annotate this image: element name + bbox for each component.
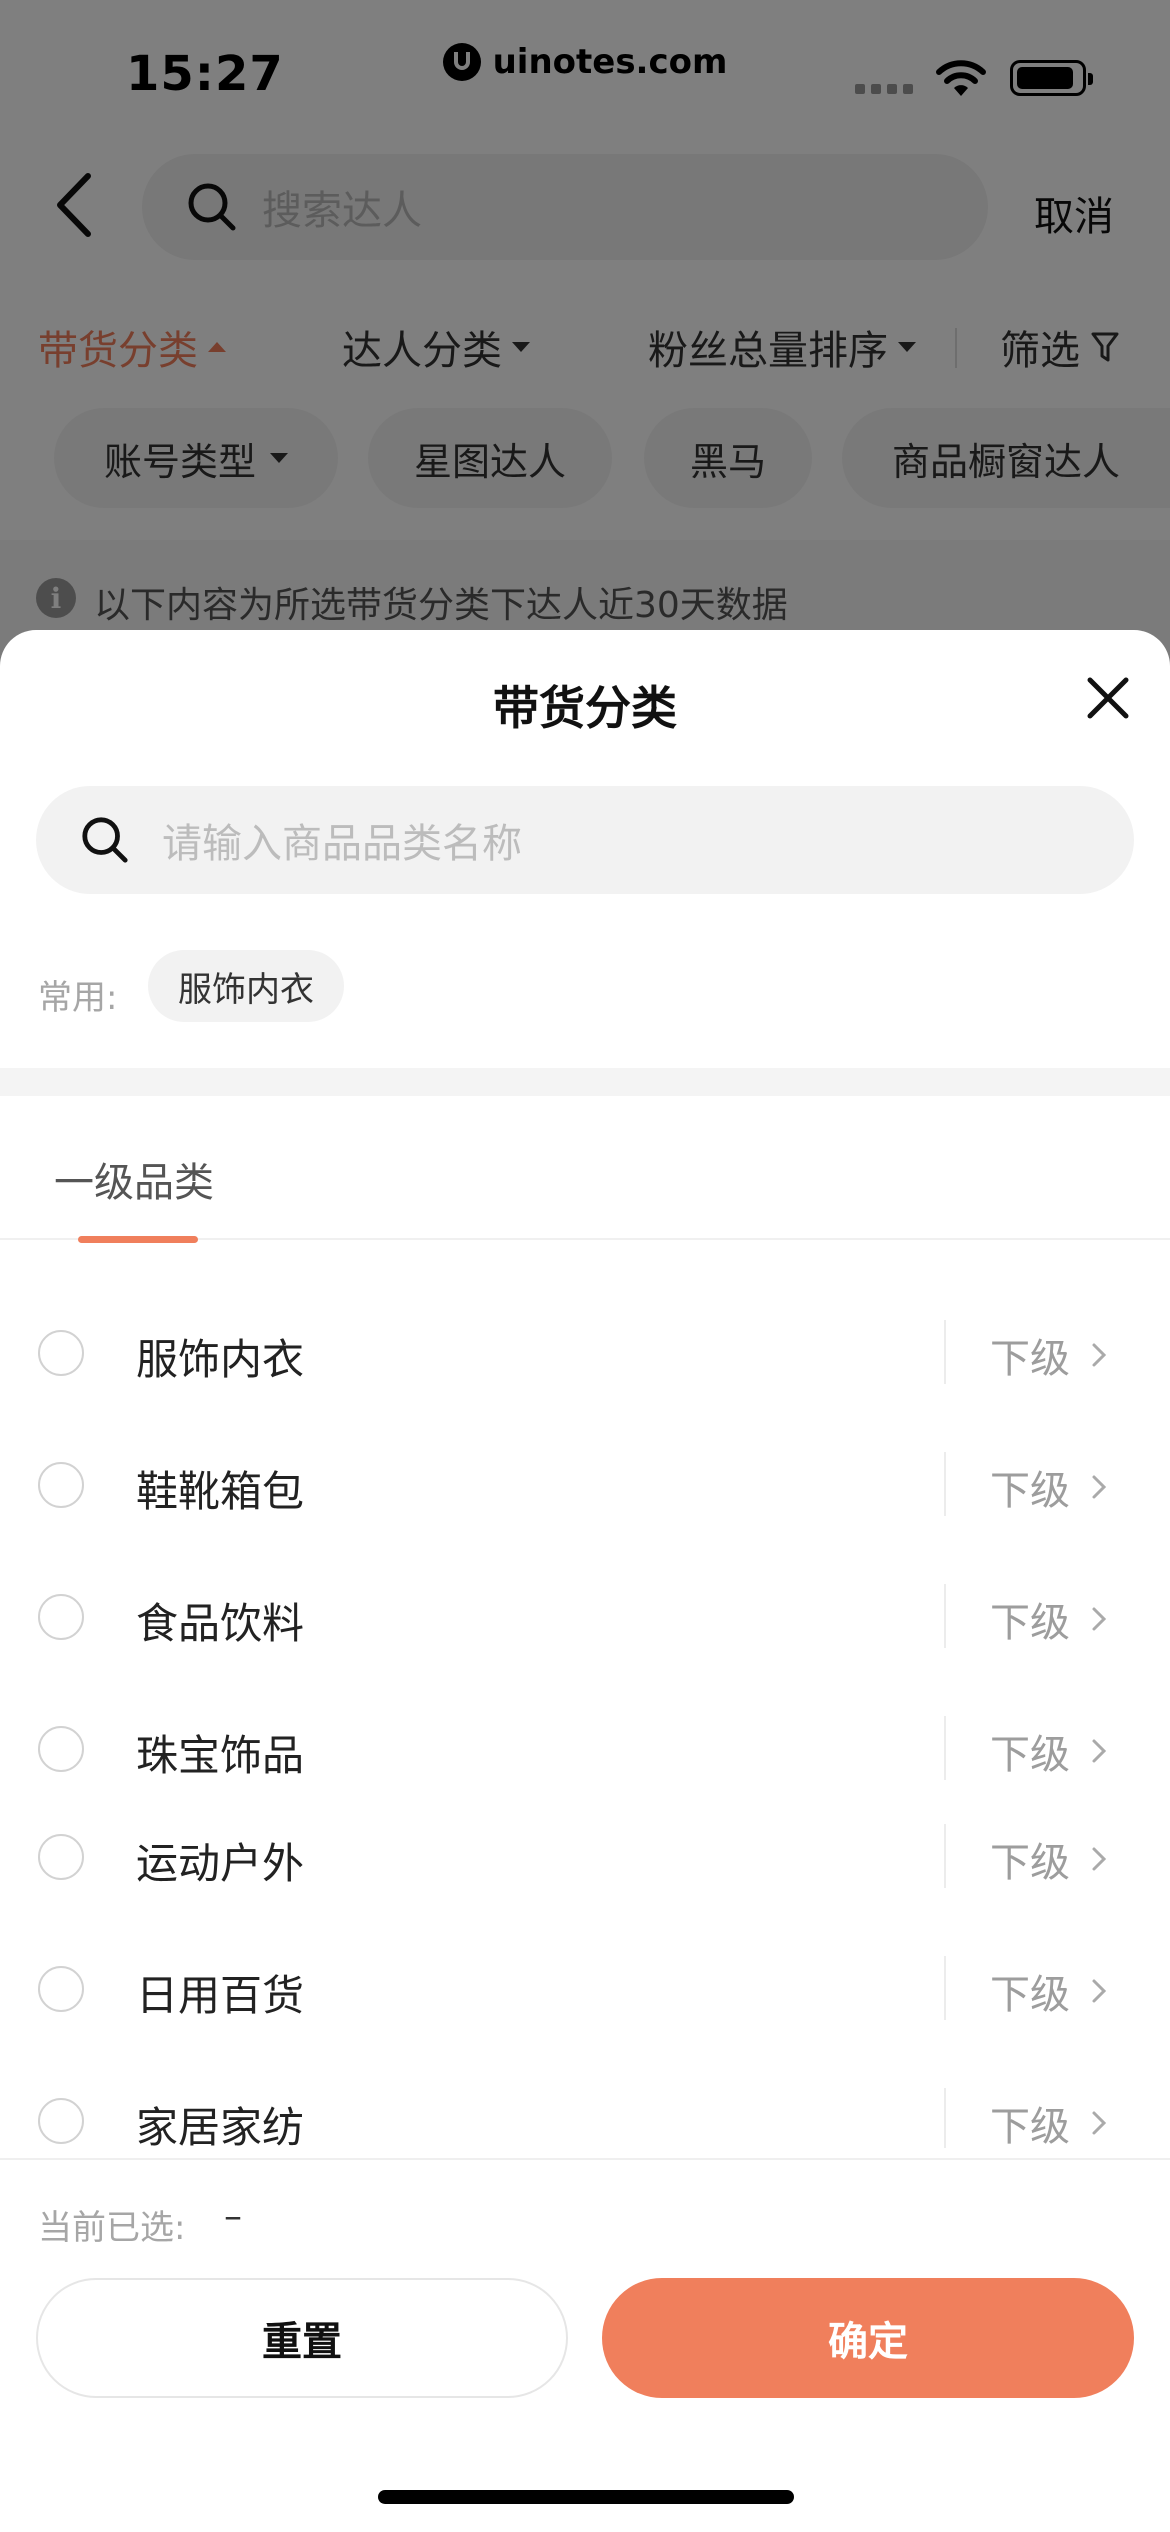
list-item[interactable]: 服饰内衣 下级 — [0, 1286, 1170, 1418]
subcategory-label: 下级 — [990, 1468, 1070, 1514]
radio-button[interactable] — [38, 1330, 84, 1376]
category-list-continued[interactable]: 运动户外 下级 日用百货 下级 家居家纺 下级 — [0, 1790, 1170, 2190]
subcategory-button[interactable]: 下级 — [990, 1830, 1108, 1888]
category-name: 珠宝饰品 — [136, 1731, 305, 1780]
selected-value: – — [224, 2196, 242, 2237]
radio-button[interactable] — [38, 1726, 84, 1772]
chevron-right-icon — [1092, 1607, 1107, 1631]
chevron-right-icon — [1092, 1475, 1107, 1499]
item-divider — [944, 1956, 946, 2020]
item-divider — [944, 1452, 946, 1516]
tab-level-one[interactable]: 一级品类 — [54, 1150, 214, 1208]
item-divider — [944, 2088, 946, 2148]
list-item[interactable]: 鞋靴箱包 下级 — [0, 1418, 1170, 1550]
chevron-right-icon — [1092, 1739, 1107, 1763]
subcategory-button[interactable]: 下级 — [990, 1326, 1108, 1384]
subcategory-label: 下级 — [990, 2104, 1070, 2148]
subcategory-button[interactable]: 下级 — [990, 1590, 1108, 1648]
category-name: 鞋靴箱包 — [136, 1467, 305, 1516]
category-list[interactable]: 服饰内衣 下级 鞋靴箱包 下级 食品饮料 下级 珠宝饰品 下级 — [0, 1286, 1170, 1790]
subcategory-button[interactable]: 下级 — [990, 1458, 1108, 1516]
item-divider — [944, 1716, 946, 1780]
category-name: 运动户外 — [136, 1839, 305, 1888]
subcategory-button[interactable]: 下级 — [990, 1722, 1108, 1780]
item-divider — [944, 1320, 946, 1384]
common-chip[interactable]: 服饰内衣 — [148, 950, 344, 1022]
list-item[interactable]: 运动户外 下级 — [0, 1790, 1170, 1922]
item-divider — [944, 1824, 946, 1888]
radio-button[interactable] — [38, 1834, 84, 1880]
chevron-right-icon — [1092, 1979, 1107, 2003]
item-divider — [944, 1584, 946, 1648]
radio-button[interactable] — [38, 2098, 84, 2144]
confirm-button[interactable]: 确定 — [602, 2278, 1134, 2398]
chevron-right-icon — [1092, 1847, 1107, 1871]
section-divider — [0, 1068, 1170, 1096]
list-item[interactable]: 家居家纺 下级 — [0, 2054, 1170, 2148]
subcategory-button[interactable]: 下级 — [990, 1962, 1108, 2020]
close-icon[interactable] — [1086, 676, 1130, 720]
category-name: 家居家纺 — [136, 2103, 305, 2148]
reset-button[interactable]: 重置 — [36, 2278, 568, 2398]
footer-border — [0, 2158, 1170, 2160]
radio-button[interactable] — [38, 1462, 84, 1508]
category-name: 食品饮料 — [136, 1599, 305, 1648]
subcategory-label: 下级 — [990, 1600, 1070, 1646]
selected-label: 当前已选: — [38, 2208, 186, 2248]
radio-button[interactable] — [38, 1594, 84, 1640]
category-name: 日用百货 — [136, 1971, 305, 2020]
subcategory-label: 下级 — [990, 1972, 1070, 2018]
category-name: 服饰内衣 — [136, 1335, 305, 1384]
search-icon — [82, 817, 128, 863]
category-search-input[interactable]: 请输入商品品类名称 — [162, 811, 522, 869]
sheet-footer: 当前已选: – 重置 确定 — [0, 2158, 1170, 2532]
list-item[interactable]: 日用百货 下级 — [0, 1922, 1170, 2054]
home-indicator — [378, 2490, 794, 2504]
subcategory-label: 下级 — [990, 1840, 1070, 1886]
subcategory-label: 下级 — [990, 1732, 1070, 1778]
subcategory-label: 下级 — [990, 1336, 1070, 1382]
sheet-title: 带货分类 — [493, 681, 677, 735]
radio-button[interactable] — [38, 1966, 84, 2012]
list-item[interactable]: 珠宝饰品 下级 — [0, 1682, 1170, 1790]
common-label: 常用: — [38, 978, 118, 1018]
chevron-right-icon — [1092, 2111, 1107, 2135]
subcategory-button[interactable]: 下级 — [990, 2094, 1108, 2148]
list-item[interactable]: 食品饮料 下级 — [0, 1550, 1170, 1682]
tab-active-indicator — [78, 1236, 198, 1243]
category-search-bar[interactable]: 请输入商品品类名称 — [36, 786, 1134, 894]
chevron-right-icon — [1092, 1343, 1107, 1367]
